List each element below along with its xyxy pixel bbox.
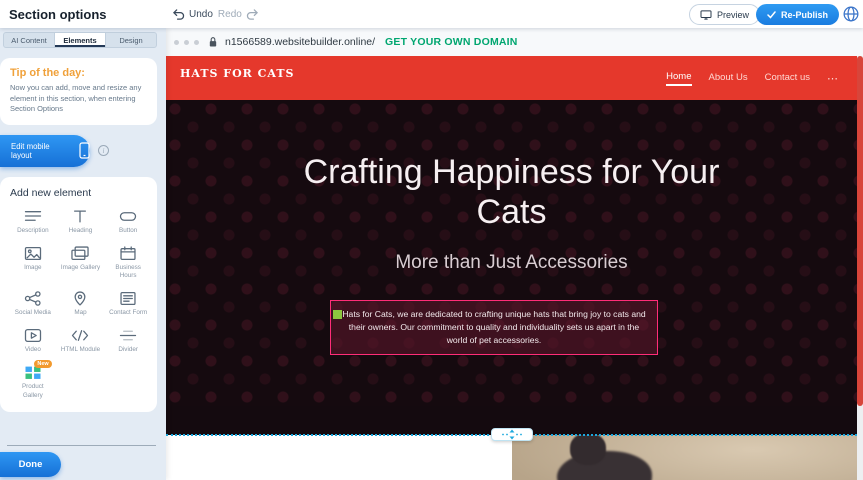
website-canvas: HATS FOR CATS Home About Us Contact us ⋯… (166, 56, 857, 480)
map-icon (70, 291, 90, 306)
phone-icon (79, 142, 90, 159)
window-dot (184, 40, 189, 45)
redo-icon (246, 9, 259, 20)
undo-label: Undo (189, 9, 213, 20)
info-icon[interactable]: i (98, 145, 109, 156)
element-button[interactable]: Button (105, 209, 151, 235)
site-header: HATS FOR CATS Home About Us Contact us ⋯ (166, 56, 857, 100)
republish-button[interactable]: Re-Publish (756, 4, 839, 25)
button-icon (118, 209, 138, 224)
element-description[interactable]: Description (10, 209, 56, 235)
video-icon (23, 328, 43, 343)
site-logo[interactable]: HATS FOR CATS (180, 67, 294, 80)
window-dot (194, 40, 199, 45)
image-gallery-icon (70, 246, 90, 261)
element-contact-form[interactable]: Contact Form (105, 291, 151, 317)
check-icon (767, 11, 776, 19)
preview-label: Preview (717, 10, 749, 20)
next-section-blank (166, 435, 512, 480)
republish-label: Re-Publish (781, 10, 828, 20)
nav-home[interactable]: Home (666, 71, 691, 86)
preview-button[interactable]: Preview (689, 4, 760, 25)
hero-section: Crafting Happiness for Your Cats More th… (166, 100, 857, 406)
resize-arrows-icon (499, 429, 525, 440)
image-icon (23, 246, 43, 261)
add-element-title: Add new element (10, 187, 151, 199)
element-image[interactable]: Image (10, 246, 56, 280)
tip-body: Now you can add, move and resize any ele… (10, 83, 147, 115)
section-resize-handle[interactable] (491, 428, 533, 441)
cat-head-shape (570, 435, 606, 465)
undo-icon (172, 9, 185, 20)
hero-subtitle[interactable]: More than Just Accessories (166, 252, 857, 274)
get-own-domain-link[interactable]: GET YOUR OWN DOMAIN (385, 36, 518, 48)
tip-of-the-day-card: Tip of the day: Now you can add, move an… (0, 58, 157, 125)
heading-icon (70, 209, 90, 224)
nav-about-us[interactable]: About Us (709, 72, 748, 85)
preview-scrollbar (857, 56, 863, 480)
scrollbar-thumb[interactable] (857, 56, 863, 406)
sidebar: AI Content Elements Design Tip of the da… (0, 28, 166, 480)
monitor-icon (700, 10, 712, 20)
done-button[interactable]: Done (0, 452, 61, 477)
edit-mobile-layout-button[interactable]: Edit mobile layout (0, 135, 90, 167)
site-url: n1566589.websitebuilder.online/ (225, 36, 375, 48)
new-badge: New (34, 360, 51, 368)
mobile-layout-row: Edit mobile layout i (0, 135, 166, 167)
element-grid: Description Heading Button Image Image G… (10, 209, 151, 400)
sidebar-divider (7, 445, 156, 446)
element-product-gallery[interactable]: New Product Gallery (10, 365, 56, 399)
preview-area: n1566589.websitebuilder.online/ GET YOUR… (166, 28, 863, 480)
text-element-content: Hats for Cats, we are dedicated to craft… (342, 309, 645, 345)
add-element-panel: Add new element Description Heading Butt… (0, 177, 157, 412)
element-social-media[interactable]: Social Media (10, 291, 56, 317)
tip-title: Tip of the day: (10, 67, 147, 79)
cat-photo (512, 435, 857, 480)
tab-elements[interactable]: Elements (55, 33, 106, 47)
element-divider[interactable]: Divider (105, 328, 151, 354)
element-heading[interactable]: Heading (58, 209, 104, 235)
language-globe-icon[interactable] (843, 6, 859, 22)
edit-mobile-label: Edit mobile layout (11, 142, 72, 160)
nav-contact-us[interactable]: Contact us (765, 72, 810, 85)
site-nav: Home About Us Contact us ⋯ (666, 56, 839, 100)
nav-more-icon[interactable]: ⋯ (827, 72, 839, 85)
top-bar: Section options Undo Redo Preview Re-Pub… (0, 0, 863, 28)
html-module-icon (70, 328, 90, 343)
element-map[interactable]: Map (58, 291, 104, 317)
element-video[interactable]: Video (10, 328, 56, 354)
page-title: Section options (9, 7, 107, 22)
description-icon (23, 209, 43, 224)
element-drag-handle[interactable] (333, 310, 342, 319)
window-dot (174, 40, 179, 45)
lock-icon (208, 36, 218, 48)
contact-form-icon (118, 291, 138, 306)
tab-design[interactable]: Design (106, 33, 156, 47)
element-image-gallery[interactable]: Image Gallery (58, 246, 104, 280)
redo-label: Redo (218, 9, 242, 20)
redo-button[interactable]: Redo (218, 9, 259, 20)
business-hours-icon (118, 246, 138, 261)
browser-bar: n1566589.websitebuilder.online/ GET YOUR… (166, 28, 863, 56)
sidebar-tabs: AI Content Elements Design (3, 32, 157, 48)
history-controls: Undo Redo (172, 0, 259, 28)
selected-text-element[interactable]: Hats for Cats, we are dedicated to craft… (330, 300, 658, 355)
divider-icon (118, 328, 138, 343)
element-html-module[interactable]: HTML Module (58, 328, 104, 354)
social-media-icon (23, 291, 43, 306)
tab-ai-content[interactable]: AI Content (4, 33, 55, 47)
element-business-hours[interactable]: Business Hours (105, 246, 151, 280)
hero-title[interactable]: Crafting Happiness for Your Cats (272, 152, 752, 232)
undo-button[interactable]: Undo (172, 9, 213, 20)
